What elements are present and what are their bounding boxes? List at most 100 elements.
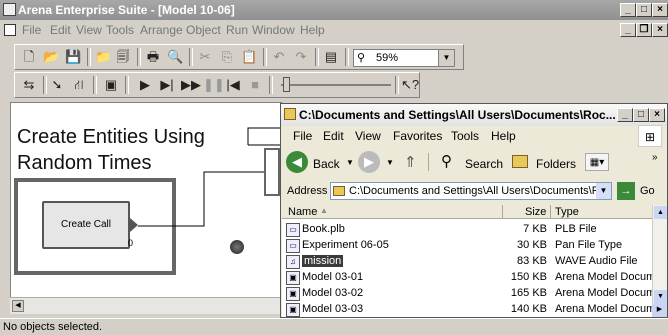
file-icon: ▭ [286,223,300,237]
maximize-button[interactable]: □ [636,3,652,17]
layers-icon[interactable]: ▤ [323,49,339,65]
copy-icon[interactable]: ⎘ [219,49,235,65]
vertical-scrollbar[interactable]: ▲ ▼ [652,205,667,317]
address-field[interactable]: C:\Documents and Settings\All Users\Docu… [330,182,612,200]
chevron-down-icon[interactable]: ▼ [438,50,454,66]
back-arrow-icon[interactable]: ◀ [286,151,308,173]
explorer-menu-edit[interactable]: Edit [323,129,344,143]
print-icon[interactable]: 🖶 [145,49,161,65]
menu-edit[interactable]: Edit [50,23,71,37]
file-type: Arena Model Docum... [555,303,652,315]
doc-close-button[interactable]: × [652,23,668,37]
open-icon[interactable]: 📂 [43,49,59,65]
explorer-menu-file[interactable]: File [293,129,312,143]
toolbar-separator [315,48,319,66]
explorer-menu-favorites[interactable]: Favorites [393,129,442,143]
file-row[interactable]: ▣Model 03-03 140 KB Arena Model Docum... [282,301,652,317]
undo-icon[interactable]: ↶ [271,49,287,65]
file-row[interactable]: ▭ Book.plb 7 KB PLB File [282,221,652,237]
back-label[interactable]: Back [313,157,340,171]
file-row[interactable]: ▣Model 03-02 165 KB Arena Model Docum... [282,285,652,301]
flowchart-icon[interactable]: ⛙ [71,77,87,93]
fast-forward-icon[interactable]: ▶▶ [181,77,201,93]
menu-run[interactable]: Run [226,23,248,37]
new-icon[interactable]: 🗋 [21,49,37,65]
redo-icon[interactable]: ↷ [293,49,309,65]
menu-tools[interactable]: Tools [106,23,134,37]
menu-window[interactable]: Window [252,23,295,37]
column-divider[interactable] [550,205,551,219]
create-module[interactable]: Create Call [42,201,130,249]
column-type[interactable]: Type [555,206,579,218]
explorer-menu-view[interactable]: View [355,129,381,143]
context-help-icon[interactable]: ↖? [401,77,419,93]
zoom-value: 59% [376,52,399,64]
step-icon[interactable]: ▶| [159,77,175,93]
file-row[interactable]: ▭ Experiment 06-05 30 KB Pan File Type [282,237,652,253]
folders-icon[interactable] [512,155,528,168]
scroll-right-icon[interactable]: ▶ [652,303,667,317]
column-size[interactable]: Size [525,206,546,218]
file-type: PLB File [555,223,597,235]
menu-file[interactable]: File [22,23,41,37]
menu-arrange[interactable]: Arrange [140,23,183,37]
minimize-button[interactable]: _ [620,3,636,17]
menu-help[interactable]: Help [300,23,325,37]
zoom-select[interactable]: ⚲ 59% ▼ [353,49,455,67]
search-label[interactable]: Search [465,157,503,171]
column-name[interactable]: Name [288,206,317,218]
doc-restore-button[interactable]: ❐ [636,23,652,37]
file-row[interactable]: ♫ mission 83 KB WAVE Audio File [282,253,652,269]
file-list: ▭ Book.plb 7 KB PLB File ▭ Experiment 06-05 30… [282,205,652,317]
file-row[interactable]: ▣Model 03-01 150 KB Arena Model Docum... [282,269,652,285]
doc-minimize-button[interactable]: _ [620,23,636,37]
animate-icon[interactable]: ▣ [103,77,119,93]
audio-file-icon: ♫ [286,255,300,269]
menu-object[interactable]: Object [186,23,221,37]
toolbar-separator [43,76,47,94]
menu-view[interactable]: View [76,23,102,37]
explorer-close-button[interactable]: × [649,108,665,122]
search-icon[interactable]: ⚲ [441,152,452,170]
save-icon[interactable]: 💾 [65,49,81,65]
print-preview-icon[interactable]: 🔍 [167,49,183,65]
template-detach-icon[interactable]: 🗐 [115,49,131,65]
create-module-label: Create Call [60,219,112,230]
explorer-minimize-button[interactable]: _ [617,108,633,122]
speed-slider-track[interactable] [281,84,391,86]
speed-slider-handle[interactable] [283,77,290,92]
views-icon[interactable]: ▦▾ [585,153,609,171]
template-attach-icon[interactable]: 📁 [95,49,111,65]
forward-dropdown-icon[interactable]: ▼ [386,158,394,167]
toolbar-separator [137,48,141,66]
address-dropdown-icon[interactable]: ▼ [596,183,611,199]
document-icon[interactable] [4,24,16,36]
scroll-left-icon[interactable]: ◀ [12,300,24,312]
end-icon[interactable]: ■ [247,77,263,93]
toolbar-separator [189,48,193,66]
horizontal-scrollbar[interactable]: ◀ [10,297,282,314]
column-divider[interactable] [502,205,503,219]
entity-picture-icon[interactable] [230,240,244,254]
scroll-up-icon[interactable]: ▲ [654,206,667,219]
paste-icon[interactable]: 📋 [241,49,257,65]
up-folder-icon[interactable]: ⇑ [404,153,417,171]
explorer-menu-tools[interactable]: Tools [451,129,479,143]
go-label[interactable]: Go [640,185,655,197]
pause-icon[interactable]: ❚❚ [203,77,225,93]
go-arrow-icon[interactable]: → [617,182,635,200]
back-dropdown-icon[interactable]: ▼ [346,158,354,167]
more-chevron-icon[interactable]: » [652,152,658,163]
forward-arrow-icon[interactable]: ▶ [358,151,380,173]
close-button[interactable]: × [652,3,668,17]
start-over-icon[interactable]: |◀ [225,77,241,93]
arrow-down-icon[interactable]: ➘ [49,77,65,93]
cut-icon[interactable]: ✂ [197,49,213,65]
connect-icon[interactable]: ⇆ [21,77,37,93]
next-module[interactable] [264,148,280,196]
go-icon[interactable]: ▶ [137,77,153,93]
explorer-maximize-button[interactable]: □ [633,108,649,122]
scroll-down-icon[interactable]: ▼ [654,290,667,303]
folders-label[interactable]: Folders [536,157,576,171]
explorer-menu-help[interactable]: Help [491,129,516,143]
